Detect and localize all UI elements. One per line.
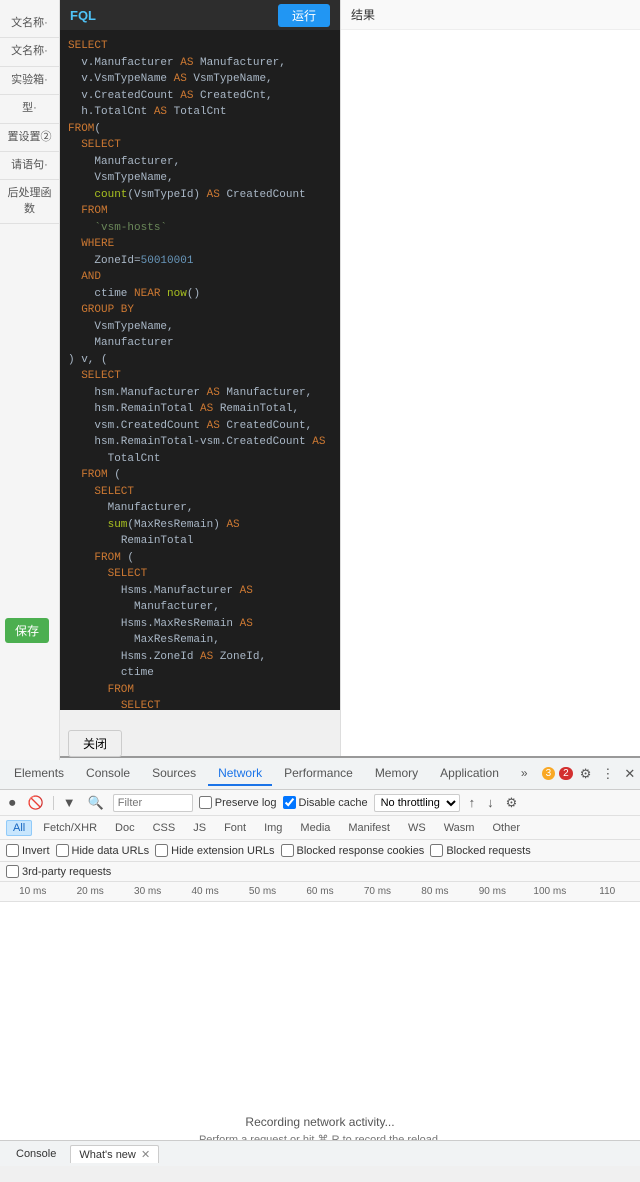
filter-icon[interactable]: ▼	[60, 793, 79, 812]
hide-ext-urls-label[interactable]: Hide extension URLs	[155, 844, 274, 857]
filter-doc[interactable]: Doc	[108, 820, 142, 836]
disable-cache-checkbox[interactable]	[283, 796, 296, 809]
bottom-tab-console[interactable]: Console	[8, 1146, 64, 1162]
filter-img[interactable]: Img	[257, 820, 289, 836]
tick-90ms: 90 ms	[464, 886, 521, 897]
filter-types-bar: All Fetch/XHR Doc CSS JS Font Img Media …	[0, 816, 640, 840]
tick-70ms: 70 ms	[349, 886, 406, 897]
tick-80ms: 80 ms	[406, 886, 463, 897]
sidebar-item-2[interactable]: 文名称·	[0, 38, 59, 66]
results-panel: 结果	[340, 0, 640, 760]
filter-input[interactable]	[113, 794, 193, 812]
throttle-select[interactable]: No throttling Fast 3G Slow 3G Offline	[374, 794, 460, 812]
divider-1	[53, 796, 54, 810]
third-party-bar: 3rd-party requests	[0, 862, 640, 882]
tick-40ms: 40 ms	[176, 886, 233, 897]
filter-fetch[interactable]: Fetch/XHR	[36, 820, 104, 836]
filter-css[interactable]: CSS	[146, 820, 183, 836]
blocked-requests-label[interactable]: Blocked requests	[430, 844, 530, 857]
invert-label[interactable]: Invert	[6, 844, 50, 857]
tick-100ms: 100 ms	[521, 886, 578, 897]
timeline-header: 10 ms 20 ms 30 ms 40 ms 50 ms 60 ms 70 m…	[0, 882, 640, 902]
filter-checkboxes-bar: Invert Hide data URLs Hide extension URL…	[0, 840, 640, 862]
tick-50ms: 50 ms	[234, 886, 291, 897]
bottom-tabs-bar: Console What's new ✕	[0, 1140, 640, 1166]
sidebar-item-4[interactable]: 型·	[0, 95, 59, 123]
invert-checkbox[interactable]	[6, 844, 19, 857]
sidebar: 文名称· 文名称· 实验箱· 型· 置设置② 请语句· 后处理函数	[0, 0, 60, 760]
sidebar-item-3[interactable]: 实验箱·	[0, 67, 59, 95]
preserve-log-label[interactable]: Preserve log	[199, 796, 277, 809]
blocked-requests-checkbox[interactable]	[430, 844, 443, 857]
tick-10ms: 10 ms	[4, 886, 61, 897]
tick-30ms: 30 ms	[119, 886, 176, 897]
preserve-log-checkbox[interactable]	[199, 796, 212, 809]
tab-application[interactable]: Application	[430, 762, 509, 786]
close-whats-new[interactable]: ✕	[141, 1149, 150, 1161]
settings2-icon[interactable]: ⚙	[503, 793, 521, 813]
bottom-tab-whats-new[interactable]: What's new ✕	[70, 1145, 159, 1163]
sidebar-item-5[interactable]: 置设置②	[0, 124, 59, 152]
sidebar-item-1[interactable]: 文名称·	[0, 10, 59, 38]
filter-font[interactable]: Font	[217, 820, 253, 836]
sidebar-item-6[interactable]: 请语句·	[0, 152, 59, 180]
filter-ws[interactable]: WS	[401, 820, 433, 836]
disable-cache-label[interactable]: Disable cache	[283, 796, 368, 809]
error-badge: 2	[559, 767, 573, 780]
tab-sources[interactable]: Sources	[142, 762, 206, 786]
run-button[interactable]: 运行	[278, 4, 330, 27]
devtools-panel: Elements Console Sources Network Perform…	[0, 756, 640, 1166]
filter-js[interactable]: JS	[186, 820, 213, 836]
tab-more[interactable]: »	[511, 762, 538, 786]
tab-elements[interactable]: Elements	[4, 762, 74, 786]
blocked-cookies-checkbox[interactable]	[281, 844, 294, 857]
hide-data-urls-label[interactable]: Hide data URLs	[56, 844, 150, 857]
devtools-toolbar: ⏺ 🚫 ▼ 🔍 Preserve log Disable cache No th…	[0, 790, 640, 816]
dock-icon[interactable]: ⋮	[598, 764, 617, 784]
record-button[interactable]: ⏺	[6, 793, 19, 813]
sidebar-item-7[interactable]: 后处理函数	[0, 180, 59, 224]
third-party-checkbox[interactable]	[6, 865, 19, 878]
export-icon[interactable]: ↓	[484, 793, 497, 812]
devtools-right-icons: 3 2 ⚙ ⋮ ✕	[542, 764, 639, 784]
hide-data-urls-checkbox[interactable]	[56, 844, 69, 857]
devtools-tabs-bar: Elements Console Sources Network Perform…	[0, 758, 640, 790]
tab-memory[interactable]: Memory	[365, 762, 428, 786]
tick-110: 110	[579, 886, 636, 897]
timeline-ticks: 10 ms 20 ms 30 ms 40 ms 50 ms 60 ms 70 m…	[0, 882, 640, 901]
tick-60ms: 60 ms	[291, 886, 348, 897]
recording-msg: Recording network activity...	[245, 1115, 394, 1129]
search-icon[interactable]: 🔍	[85, 793, 107, 813]
filter-other[interactable]: Other	[485, 820, 527, 836]
save-button[interactable]: 保存	[5, 618, 49, 643]
blocked-cookies-label[interactable]: Blocked response cookies	[281, 844, 425, 857]
fql-toolbar: FQL 运行	[60, 0, 340, 30]
warning-badge: 3	[542, 767, 556, 780]
settings-icon[interactable]: ⚙	[577, 764, 595, 784]
hide-ext-urls-checkbox[interactable]	[155, 844, 168, 857]
fql-label: FQL	[70, 8, 96, 23]
filter-all[interactable]: All	[6, 820, 32, 836]
filter-wasm[interactable]: Wasm	[437, 820, 482, 836]
tab-console[interactable]: Console	[76, 762, 140, 786]
close-button[interactable]: 关闭	[68, 730, 122, 757]
import-icon[interactable]: ↑	[466, 793, 479, 812]
close-devtools-button[interactable]: ✕	[621, 764, 638, 784]
filter-media[interactable]: Media	[293, 820, 337, 836]
filter-manifest[interactable]: Manifest	[341, 820, 397, 836]
code-editor[interactable]: SELECT v.Manufacturer AS Manufacturer, v…	[60, 30, 340, 710]
tick-20ms: 20 ms	[61, 886, 118, 897]
tab-network[interactable]: Network	[208, 762, 272, 786]
third-party-label[interactable]: 3rd-party requests	[6, 865, 111, 878]
tab-performance[interactable]: Performance	[274, 762, 363, 786]
clear-button[interactable]: 🚫	[25, 793, 47, 813]
results-header: 结果	[341, 0, 640, 30]
